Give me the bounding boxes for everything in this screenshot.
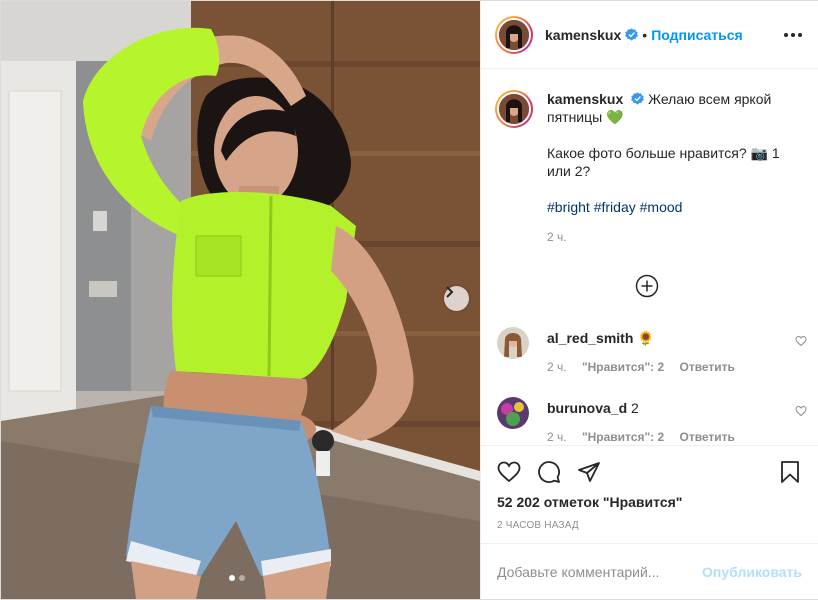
post-header: kamenskux • Подписаться	[481, 1, 818, 69]
carousel-dot-active	[229, 575, 235, 581]
caption-time: 2 ч.	[547, 230, 567, 244]
heart-icon[interactable]	[795, 405, 807, 417]
chevron-right-icon	[446, 286, 454, 298]
hashtag-friday[interactable]: #friday	[594, 199, 636, 215]
comment-text: 🌻	[637, 330, 655, 346]
caption-avatar[interactable]	[495, 90, 533, 128]
avatar-image	[499, 94, 529, 124]
publish-button[interactable]: Опубликовать	[702, 564, 802, 580]
load-more-comments-icon[interactable]	[635, 274, 659, 298]
hashtag-mood[interactable]: #mood	[640, 199, 683, 215]
more-options-icon[interactable]	[784, 32, 802, 37]
photo-illustration	[1, 1, 480, 599]
heart-icon[interactable]	[795, 335, 807, 347]
verified-badge-icon	[625, 28, 639, 41]
bookmark-icon[interactable]	[778, 460, 802, 484]
reply-button[interactable]: Ответить	[679, 430, 734, 444]
post-actions: 52 202 отметок "Нравится" 2 часов назад	[481, 445, 818, 543]
carousel-dot	[239, 575, 245, 581]
comment-time: 2 ч.	[547, 430, 567, 444]
comment-composer: Опубликовать	[481, 543, 818, 599]
post-caption: kamenskux Желаю всем яркой пятницы 💚 Как…	[481, 70, 818, 246]
commenter-avatar[interactable]	[497, 327, 529, 359]
follow-button[interactable]: Подписаться	[651, 27, 743, 43]
caption-line-2: Какое фото больше нравится?	[547, 145, 747, 161]
author-avatar[interactable]	[495, 15, 533, 54]
post-dialog: kamenskux • Подписаться kamenskux Желаю …	[0, 0, 818, 600]
avatar-image	[497, 327, 529, 359]
caption-username[interactable]: kamenskux	[547, 91, 623, 107]
avatar-image	[497, 397, 529, 429]
commenter-avatar[interactable]	[497, 397, 529, 429]
green-heart-emoji: 💚	[606, 109, 624, 125]
author-username[interactable]: kamenskux	[545, 27, 621, 43]
avatar-image	[499, 19, 529, 50]
separator-bullet: •	[642, 26, 648, 43]
likes-count[interactable]: 52 202 отметок "Нравится"	[497, 494, 802, 510]
post-side-panel: kamenskux • Подписаться kamenskux Желаю …	[480, 1, 818, 599]
comment-bubble-icon[interactable]	[537, 460, 561, 484]
posted-time: 2 часов назад	[497, 520, 579, 531]
comment-time: 2 ч.	[547, 360, 567, 374]
comment-input[interactable]	[497, 563, 703, 580]
next-photo-button[interactable]	[444, 286, 469, 311]
comment-text: 2	[631, 400, 639, 416]
post-photo[interactable]	[1, 1, 480, 599]
like-heart-icon[interactable]	[497, 460, 521, 484]
verified-badge-icon	[631, 92, 645, 105]
comment-likes[interactable]: "Нравится": 2	[582, 430, 664, 444]
comment-username[interactable]: burunova_d	[547, 400, 627, 416]
hashtag-bright[interactable]: #bright	[547, 199, 590, 215]
comment-username[interactable]: al_red_smith	[547, 330, 633, 346]
carousel-indicator	[229, 575, 245, 581]
share-paper-plane-icon[interactable]	[577, 460, 601, 484]
reply-button[interactable]: Ответить	[679, 360, 734, 374]
comments-list[interactable]: kamenskux Желаю всем яркой пятницы 💚 Как…	[481, 70, 818, 445]
comment-likes[interactable]: "Нравится": 2	[582, 360, 664, 374]
camera-emoji: 📷	[750, 145, 768, 161]
